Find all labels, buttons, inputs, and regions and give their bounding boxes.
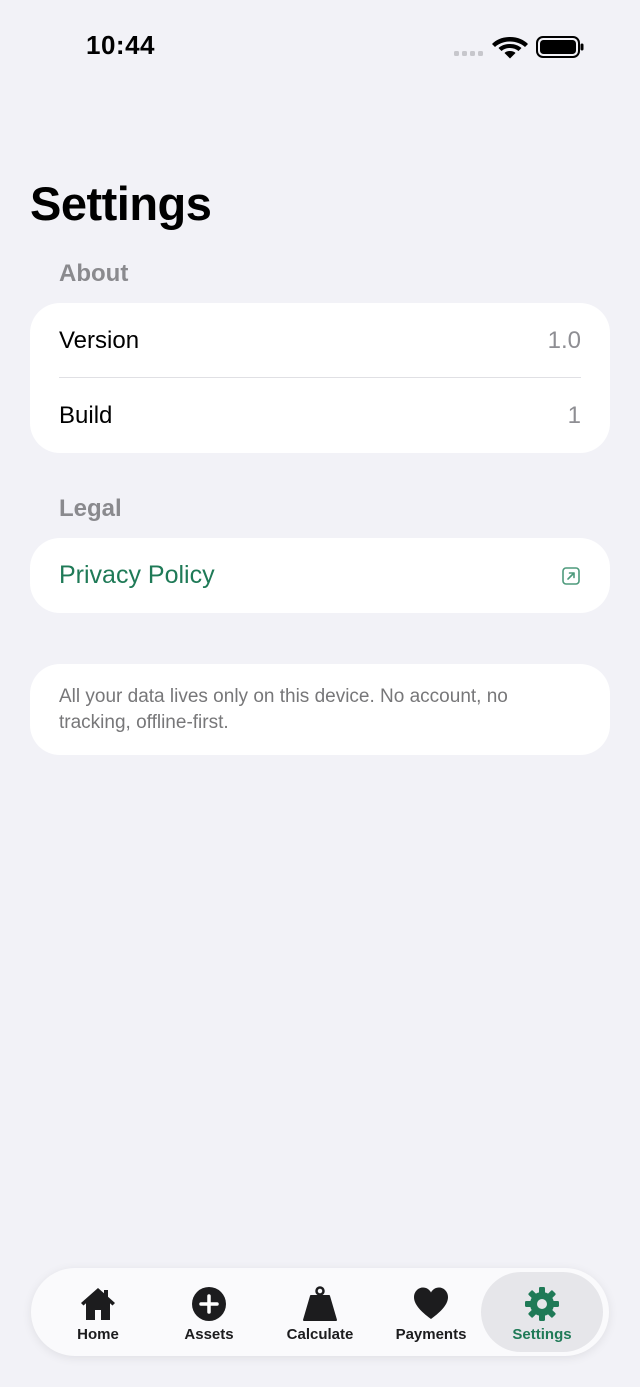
tab-settings[interactable]: Settings — [481, 1272, 603, 1352]
wifi-icon — [492, 37, 528, 59]
tab-payments[interactable]: Payments — [370, 1272, 492, 1352]
gear-icon — [525, 1287, 559, 1321]
privacy-policy-link[interactable]: Privacy Policy — [59, 561, 561, 590]
house-icon — [81, 1288, 115, 1320]
cellular-dots-icon — [454, 51, 483, 56]
build-label: Build — [59, 401, 113, 429]
scale-weight-icon — [303, 1286, 337, 1321]
privacy-note-text: All your data lives only on this device.… — [59, 686, 508, 733]
tab-calculate-label: Calculate — [286, 1326, 354, 1343]
status-bar: 10:44 — [0, 0, 640, 96]
status-icons — [454, 36, 584, 59]
version-row: Version 1.0 — [30, 303, 610, 378]
build-row: Build 1 — [30, 378, 610, 453]
external-link-icon — [562, 566, 580, 585]
about-card: Version 1.0 Build 1 — [30, 303, 610, 453]
legal-card: Privacy Policy — [30, 538, 610, 613]
privacy-policy-row[interactable]: Privacy Policy — [30, 538, 610, 613]
battery-icon — [536, 36, 584, 58]
tab-calculate[interactable]: Calculate — [259, 1272, 381, 1352]
privacy-note-card: All your data lives only on this device.… — [30, 664, 610, 755]
tab-assets[interactable]: Assets — [148, 1272, 270, 1352]
tab-payments-label: Payments — [395, 1326, 467, 1343]
tab-bar: Home Assets Calculate Payments Settings — [31, 1268, 609, 1356]
build-value: 1 — [567, 401, 581, 429]
plus-circle-icon — [192, 1287, 226, 1321]
tab-settings-label: Settings — [512, 1326, 572, 1343]
page-title: Settings — [30, 177, 212, 230]
version-value: 1.0 — [547, 326, 581, 354]
status-time: 10:44 — [86, 30, 155, 60]
tab-home-label: Home — [77, 1326, 119, 1343]
tab-home[interactable]: Home — [37, 1272, 159, 1352]
version-label: Version — [59, 326, 140, 354]
tab-assets-label: Assets — [184, 1326, 234, 1343]
heart-icon — [414, 1287, 448, 1319]
section-header-about: About — [59, 260, 129, 287]
section-header-legal: Legal — [59, 495, 122, 522]
